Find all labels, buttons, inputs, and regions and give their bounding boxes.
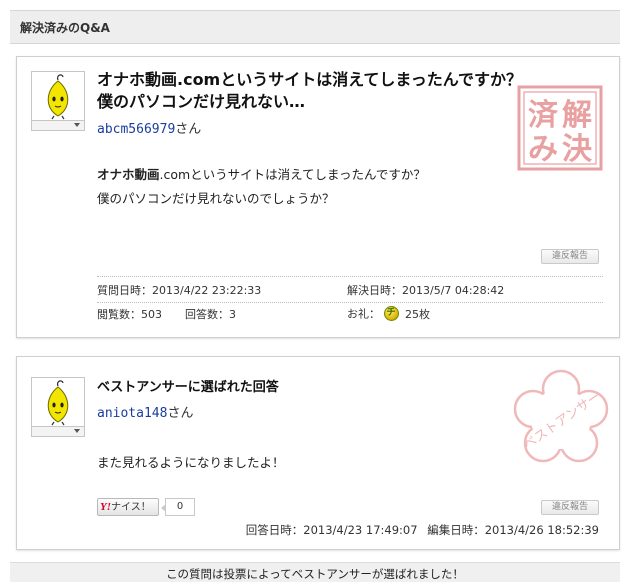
question-username-link[interactable]: abcm566979 xyxy=(97,122,175,137)
section-header: 解決済みのQ&A xyxy=(10,10,620,44)
svg-text:み: み xyxy=(528,132,558,167)
question-card: オナホ動画.comというサイトは消えてしまったんですか？ 僕のパソコンだけ見れな… xyxy=(16,56,620,338)
question-body: オナホ動画.comというサイトは消えてしまったんですか？ 僕のパソコンだけ見れな… xyxy=(97,163,426,211)
nice-label: ナイス！ xyxy=(111,502,151,513)
answered-value: 2013/4/23 17:49:07 xyxy=(303,523,418,537)
answers-count: 回答数：3 xyxy=(185,308,236,322)
views-value: 503 xyxy=(141,308,162,321)
reward: お礼： チ 25枚 xyxy=(347,306,430,322)
svg-text:解: 解 xyxy=(562,98,592,133)
question-body-bold: オナホ動画 xyxy=(97,167,160,182)
resolved-date: 解決日時：2013/5/7 04:28:42 xyxy=(347,284,504,298)
resolved-label: 解決日時： xyxy=(347,284,402,297)
answered-label: 回答日時： xyxy=(245,523,304,537)
resolved-stamp: 解 済 決 み xyxy=(517,85,603,171)
report-button[interactable]: 違反報告 xyxy=(541,500,599,515)
best-answer-heading: ベストアンサーに選ばれた回答 xyxy=(97,380,279,395)
report-button[interactable]: 違反報告 xyxy=(541,249,599,264)
avatar[interactable] xyxy=(31,377,85,437)
honorific: さん xyxy=(167,406,194,421)
reward-value: 25枚 xyxy=(405,307,430,321)
honorific: さん xyxy=(175,122,202,137)
answer-user: aniota148さん xyxy=(97,402,193,421)
avatar[interactable] xyxy=(31,71,85,131)
vote-notice: この質問は投票によってベストアンサーが選ばれました！ xyxy=(10,562,620,582)
svg-text:決: 決 xyxy=(562,132,593,167)
best-answer-stamp: ベストアンサー xyxy=(513,369,609,463)
answer-username-link[interactable]: aniota148 xyxy=(97,406,167,421)
coin-icon: チ xyxy=(383,306,399,321)
posted-date: 質問日時：2013/4/22 23:22:33 xyxy=(97,284,261,298)
reward-label: お礼： xyxy=(347,307,380,321)
answers-value: 3 xyxy=(229,308,236,321)
nice-count: 0 xyxy=(161,498,195,516)
question-user: abcm566979さん xyxy=(97,118,201,137)
divider xyxy=(97,276,603,277)
answers-label: 回答数： xyxy=(185,308,229,321)
nice-button[interactable]: Y!ナイス！ xyxy=(97,498,159,516)
edited-label: 編集日時： xyxy=(427,523,485,537)
posted-value: 2013/4/22 23:22:33 xyxy=(152,284,262,297)
best-answer-card: ベストアンサーに選ばれた回答 aniota148さん ベストアンサー また見れる… xyxy=(16,356,620,550)
views-label: 閲覧数： xyxy=(97,308,141,321)
views-count: 閲覧数：503 xyxy=(97,308,162,322)
divider xyxy=(97,302,603,303)
svg-text:済: 済 xyxy=(528,98,559,133)
avatar-menu-button[interactable] xyxy=(32,426,84,436)
answer-body: また見れるようになりましたよ！ xyxy=(97,455,285,470)
answer-dates: 回答日時：2013/4/23 17:49:07 編集日時：2013/4/26 1… xyxy=(246,522,599,538)
avatar-icon xyxy=(47,380,69,426)
chevron-down-icon xyxy=(74,123,80,127)
question-body-line2: 僕のパソコンだけ見れないのでしょうか？ xyxy=(97,191,335,206)
yahoo-logo-icon: Y! xyxy=(100,501,111,513)
chevron-down-icon xyxy=(74,429,80,433)
avatar-menu-button[interactable] xyxy=(32,120,84,130)
question-title: オナホ動画.comというサイトは消えてしまったんですか？ 僕のパソコンだけ見れな… xyxy=(97,70,522,111)
question-body-line1: .comというサイトは消えてしまったんですか？ xyxy=(159,167,426,182)
edited-value: 2013/4/26 18:52:39 xyxy=(484,523,599,537)
avatar-icon xyxy=(47,74,69,120)
posted-label: 質問日時： xyxy=(97,284,152,297)
resolved-value: 2013/5/7 04:28:42 xyxy=(402,284,505,297)
